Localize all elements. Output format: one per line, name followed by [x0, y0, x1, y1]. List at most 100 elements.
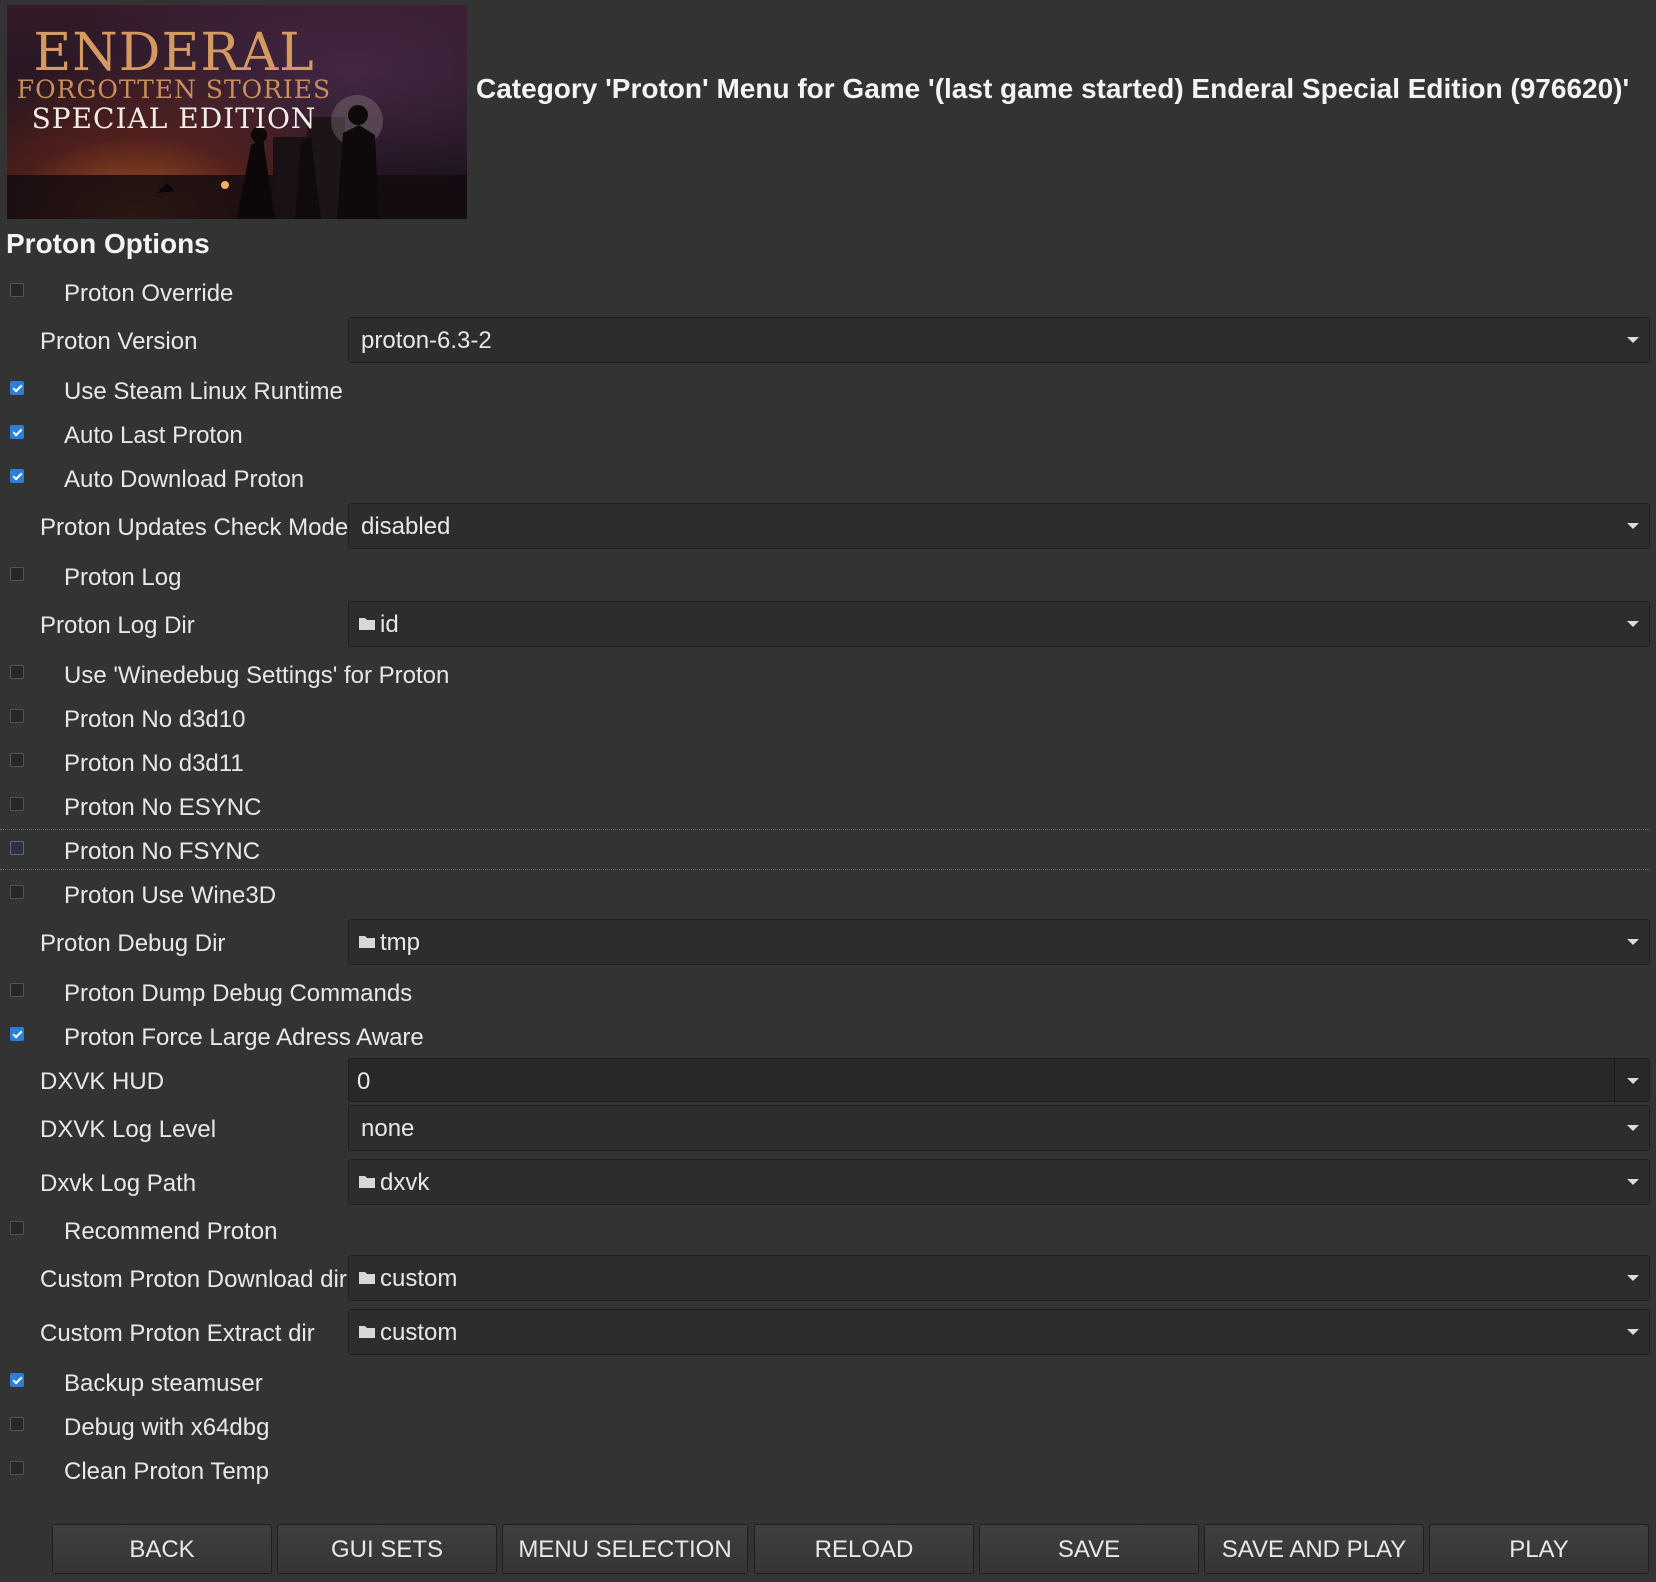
chevron-down-icon — [1627, 1078, 1639, 1084]
option-force-large-address-aware[interactable]: Proton Force Large Adress Aware — [0, 1022, 1656, 1056]
option-auto-last-proton[interactable]: Auto Last Proton — [0, 420, 1656, 454]
folder-icon — [359, 618, 375, 630]
proton-log-dir-value: id — [380, 611, 399, 638]
proton-updates-check-mode-dropdown[interactable]: disabled — [348, 503, 1650, 549]
use-winedebug-label: Use 'Winedebug Settings' for Proton — [64, 662, 450, 689]
combo-separator — [1614, 1059, 1615, 1103]
use-wine3d-label: Proton Use Wine3D — [64, 882, 277, 909]
gui-sets-button[interactable]: GUI SETS — [277, 1524, 497, 1574]
chevron-down-icon — [1627, 1125, 1639, 1131]
auto-download-proton-checkbox[interactable] — [10, 469, 24, 483]
back-button[interactable]: BACK — [52, 1524, 272, 1574]
auto-download-proton-label: Auto Download Proton — [64, 466, 305, 493]
dxvk-hud-combo-entry[interactable]: 0 — [348, 1058, 1650, 1103]
clean-proton-temp-checkbox[interactable] — [10, 1461, 24, 1475]
use-steam-linux-runtime-label: Use Steam Linux Runtime — [64, 378, 343, 405]
chevron-down-icon — [1627, 621, 1639, 627]
proton-override-label: Proton Override — [64, 280, 234, 307]
option-proton-version: Proton Version proton-6.3-2 — [0, 316, 1656, 364]
option-dxvk-hud: DXVK HUD 0 — [0, 1058, 1656, 1104]
proton-override-checkbox[interactable] — [10, 283, 24, 297]
option-proton-debug-dir: Proton Debug Dir tmp — [0, 918, 1656, 966]
proton-log-checkbox[interactable] — [10, 567, 24, 581]
option-clean-proton-temp[interactable]: Clean Proton Temp — [0, 1456, 1656, 1490]
backup-steamuser-label: Backup steamuser — [64, 1370, 263, 1397]
recommend-proton-checkbox[interactable] — [10, 1221, 24, 1235]
option-no-d3d11[interactable]: Proton No d3d11 — [0, 748, 1656, 782]
proton-version-value: proton-6.3-2 — [361, 327, 492, 354]
option-use-wine3d[interactable]: Proton Use Wine3D — [0, 880, 1656, 914]
backup-steamuser-checkbox[interactable] — [10, 1373, 24, 1387]
option-no-d3d10[interactable]: Proton No d3d10 — [0, 704, 1656, 738]
option-proton-override[interactable]: Proton Override — [0, 278, 1656, 312]
dxvk-log-level-label: DXVK Log Level — [40, 1116, 217, 1143]
banner-logo-line3: SPECIAL EDITION — [31, 102, 317, 135]
option-debug-x64dbg[interactable]: Debug with x64dbg — [0, 1412, 1656, 1446]
dump-debug-commands-checkbox[interactable] — [10, 983, 24, 997]
chevron-down-icon — [1627, 523, 1639, 529]
folder-icon — [359, 1326, 375, 1338]
debug-x64dbg-label: Debug with x64dbg — [64, 1414, 270, 1441]
custom-download-dir-chooser[interactable]: custom — [348, 1255, 1650, 1301]
folder-icon — [359, 1176, 375, 1188]
custom-extract-dir-label: Custom Proton Extract dir — [40, 1320, 315, 1347]
option-auto-download-proton[interactable]: Auto Download Proton — [0, 464, 1656, 498]
use-wine3d-checkbox[interactable] — [10, 885, 24, 899]
no-fsync-checkbox[interactable] — [10, 841, 24, 855]
no-d3d10-label: Proton No d3d10 — [64, 706, 246, 733]
focus-outline-bottom — [0, 869, 1650, 870]
option-custom-download-dir: Custom Proton Download dir custom — [0, 1254, 1656, 1302]
no-fsync-label: Proton No FSYNC — [64, 838, 261, 865]
option-dxvk-log-path: Dxvk Log Path dxvk — [0, 1158, 1656, 1206]
debug-x64dbg-checkbox[interactable] — [10, 1417, 24, 1431]
no-d3d11-checkbox[interactable] — [10, 753, 24, 767]
dump-debug-commands-label: Proton Dump Debug Commands — [64, 980, 413, 1007]
custom-download-dir-label: Custom Proton Download dir — [40, 1266, 347, 1293]
option-no-esync[interactable]: Proton No ESYNC — [0, 792, 1656, 826]
proton-debug-dir-value: tmp — [380, 929, 421, 956]
proton-debug-dir-chooser[interactable]: tmp — [348, 919, 1650, 965]
use-winedebug-checkbox[interactable] — [10, 665, 24, 679]
option-backup-steamuser[interactable]: Backup steamuser — [0, 1368, 1656, 1402]
proton-updates-check-mode-label: Proton Updates Check Mode — [40, 514, 349, 541]
reload-button[interactable]: RELOAD — [754, 1524, 974, 1574]
option-no-fsync[interactable]: Proton No FSYNC — [0, 836, 1656, 870]
menu-selection-button[interactable]: MENU SELECTION — [502, 1524, 748, 1574]
auto-last-proton-label: Auto Last Proton — [64, 422, 243, 449]
dxvk-hud-label: DXVK HUD — [40, 1068, 165, 1095]
option-use-winedebug[interactable]: Use 'Winedebug Settings' for Proton — [0, 660, 1656, 694]
section-title: Proton Options — [6, 228, 210, 259]
proton-log-dir-chooser[interactable]: id — [348, 601, 1650, 647]
use-steam-linux-runtime-checkbox[interactable] — [10, 381, 24, 395]
save-and-play-button[interactable]: SAVE AND PLAY — [1204, 1524, 1424, 1574]
dxvk-log-path-label: Dxvk Log Path — [40, 1170, 197, 1197]
custom-extract-dir-value: custom — [380, 1319, 458, 1346]
option-proton-updates-check-mode: Proton Updates Check Mode disabled — [0, 502, 1656, 550]
no-d3d11-label: Proton No d3d11 — [64, 750, 244, 777]
option-dump-debug-commands[interactable]: Proton Dump Debug Commands — [0, 978, 1656, 1012]
option-use-steam-linux-runtime[interactable]: Use Steam Linux Runtime — [0, 376, 1656, 410]
no-esync-checkbox[interactable] — [10, 797, 24, 811]
proton-log-label: Proton Log — [64, 564, 182, 591]
option-recommend-proton[interactable]: Recommend Proton — [0, 1216, 1656, 1250]
page-title: Category 'Proton' Menu for Game '(last g… — [476, 73, 1630, 104]
chevron-down-icon — [1627, 1329, 1639, 1335]
proton-version-dropdown[interactable]: proton-6.3-2 — [348, 317, 1650, 363]
save-button[interactable]: SAVE — [979, 1524, 1199, 1574]
force-large-address-aware-label: Proton Force Large Adress Aware — [64, 1024, 424, 1051]
proton-menu-window: ENDERAL FORGOTTEN STORIES SPECIAL EDITIO… — [0, 0, 1656, 1582]
force-large-address-aware-checkbox[interactable] — [10, 1027, 24, 1041]
focus-outline-top — [0, 829, 1650, 830]
folder-icon — [359, 1272, 375, 1284]
play-button[interactable]: PLAY — [1429, 1524, 1649, 1574]
dxvk-log-path-chooser[interactable]: dxvk — [348, 1159, 1650, 1205]
auto-last-proton-checkbox[interactable] — [10, 425, 24, 439]
chevron-down-icon — [1627, 939, 1639, 945]
dxvk-log-level-dropdown[interactable]: none — [348, 1105, 1650, 1151]
option-proton-log[interactable]: Proton Log — [0, 562, 1656, 596]
custom-download-dir-value: custom — [380, 1265, 458, 1292]
proton-version-label: Proton Version — [40, 328, 198, 355]
dxvk-log-level-value: none — [361, 1115, 415, 1142]
custom-extract-dir-chooser[interactable]: custom — [348, 1309, 1650, 1355]
no-d3d10-checkbox[interactable] — [10, 709, 24, 723]
